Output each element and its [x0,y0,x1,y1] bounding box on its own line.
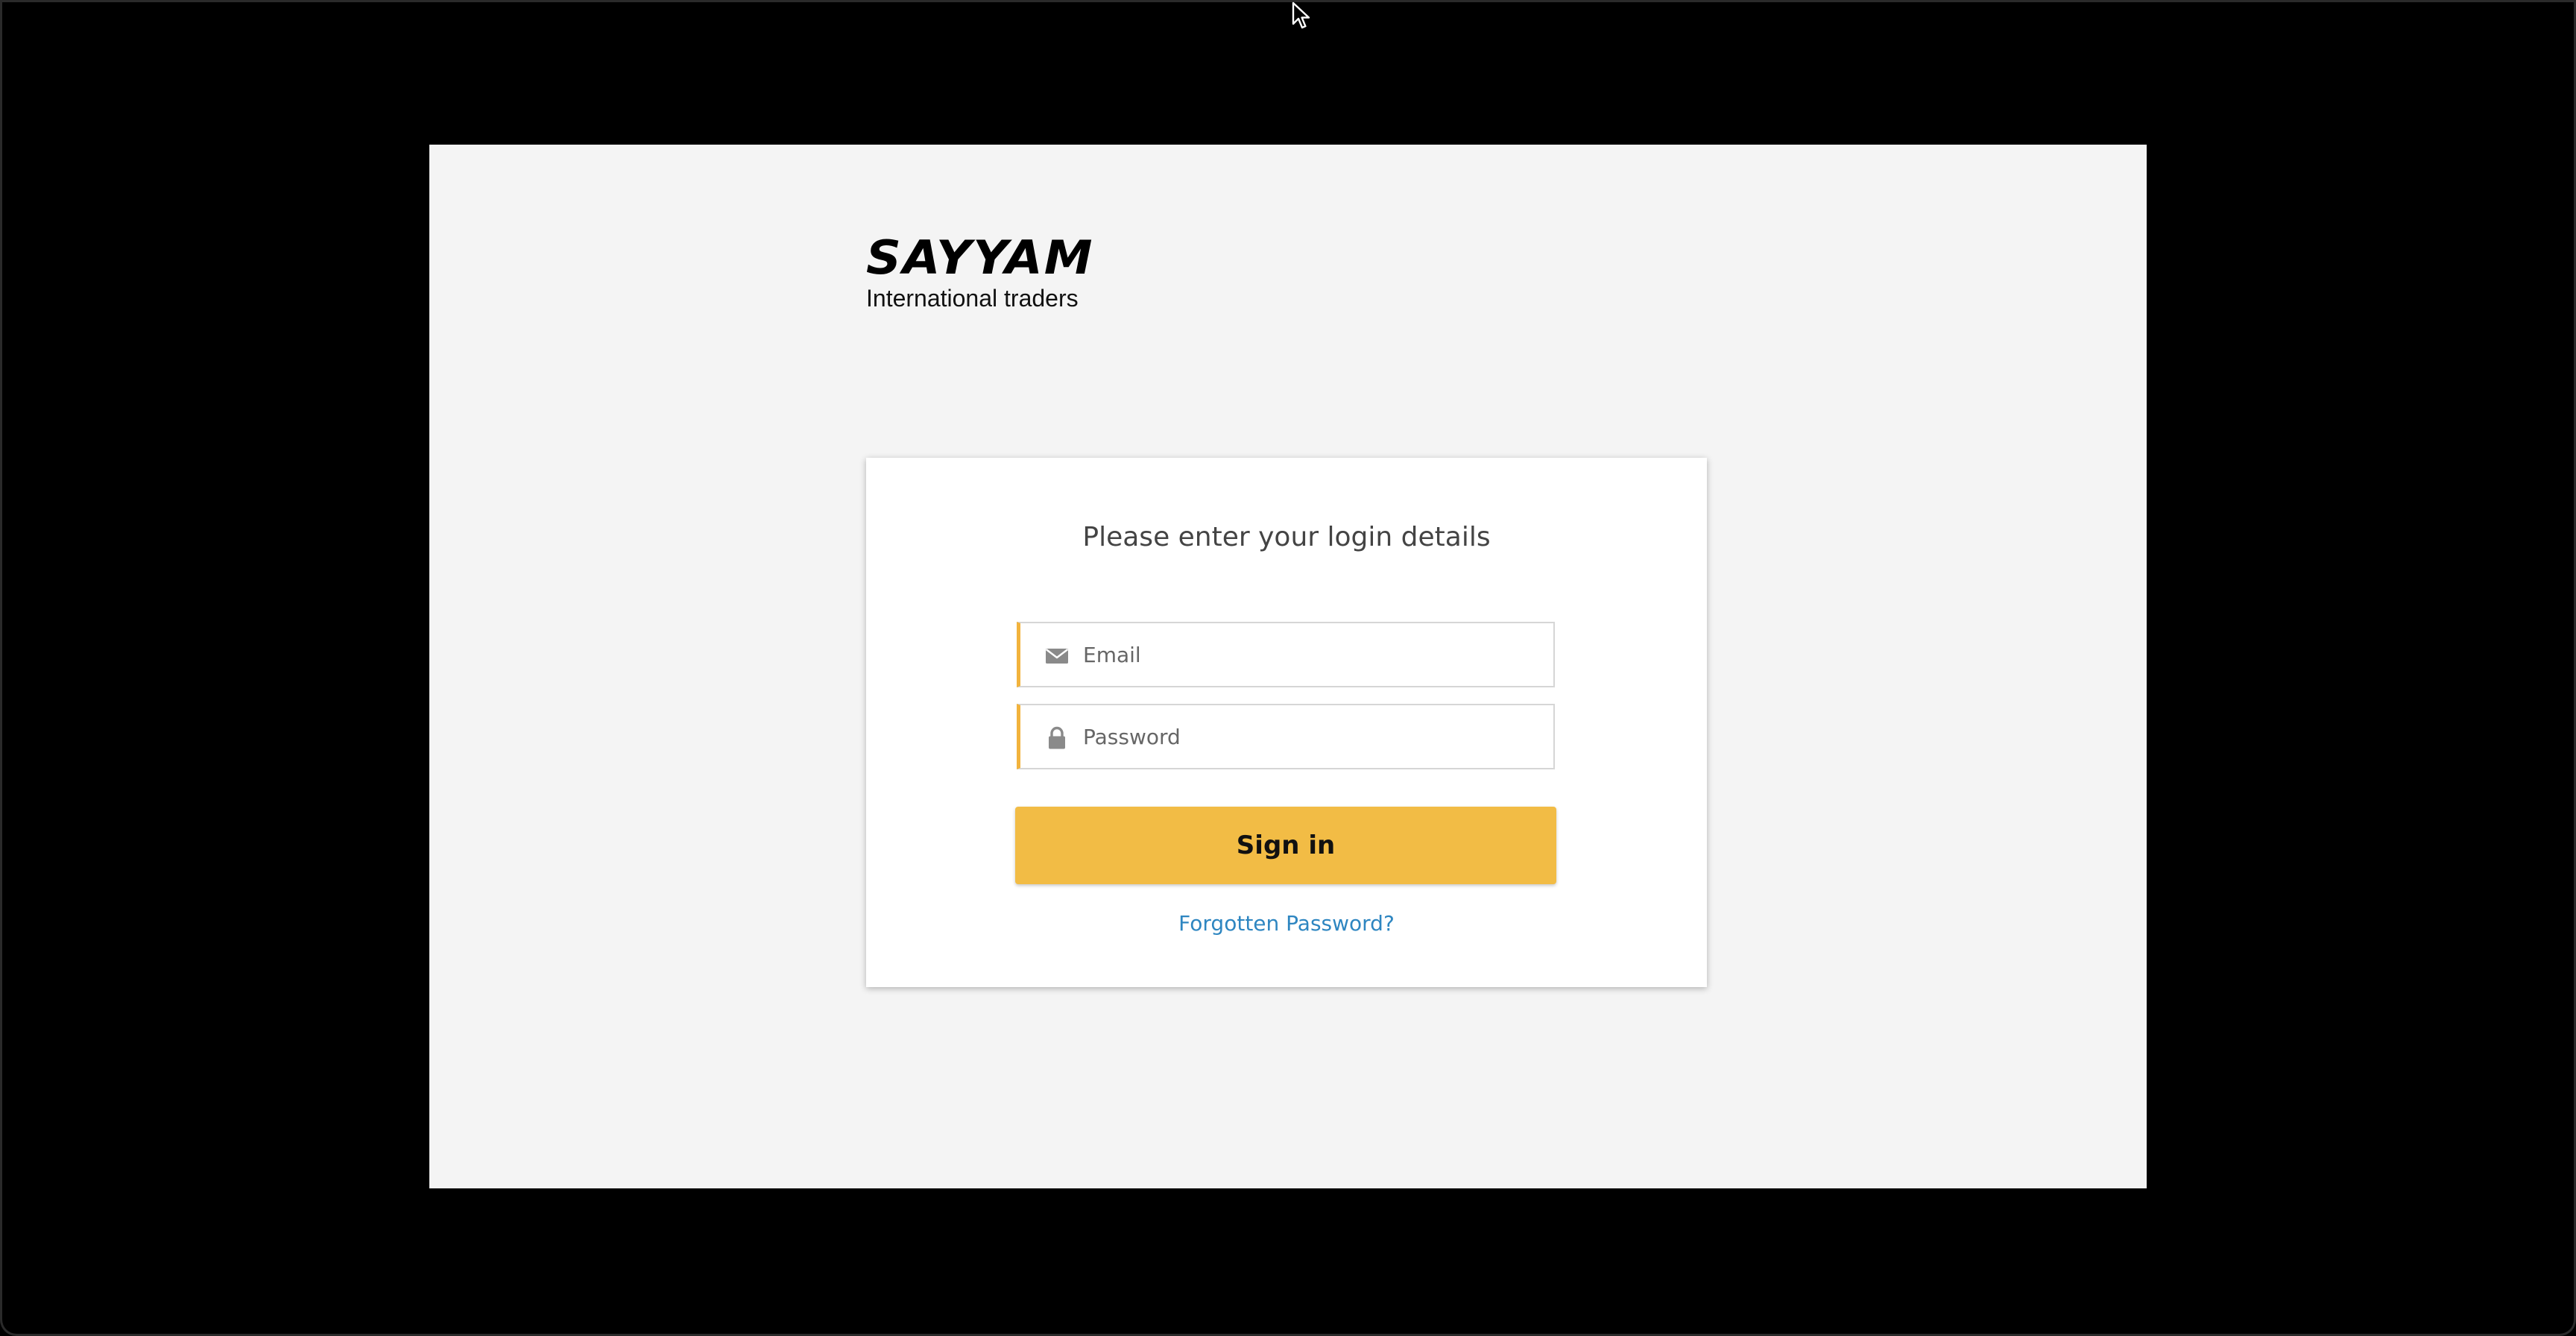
brand-name: SAYYAM [866,230,1094,285]
login-card: Please enter your login details Sign in … [866,458,1707,987]
sign-in-button[interactable]: Sign in [1015,807,1556,884]
brand-logo: SAYYAM International traders [866,234,1093,313]
screen-frame: SAYYAM International traders Please ente… [0,0,2576,1336]
email-field[interactable] [1017,622,1555,687]
login-title: Please enter your login details [1082,522,1491,552]
login-page: SAYYAM International traders Please ente… [429,145,2147,1188]
password-input[interactable] [1083,705,1545,768]
mouse-pointer-icon [1292,1,1310,29]
brand-tagline: International traders [866,285,1079,312]
forgotten-password-link[interactable]: Forgotten Password? [866,911,1707,936]
envelope-icon [1045,649,1069,664]
password-field[interactable] [1017,704,1555,769]
lock-icon [1049,726,1065,749]
email-input[interactable] [1083,623,1545,686]
